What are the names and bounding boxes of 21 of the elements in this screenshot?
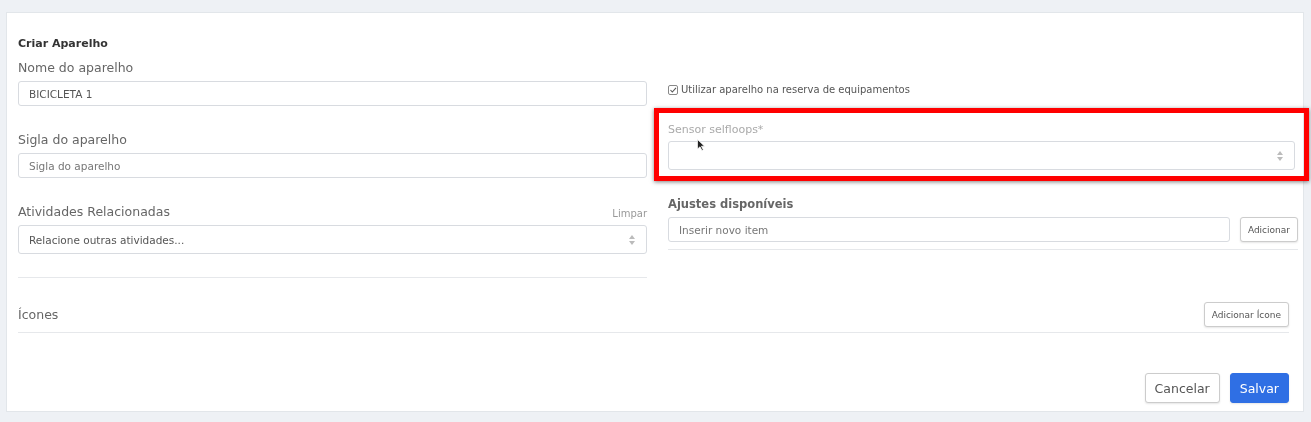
- text-field[interactable]: Sigla do aparelho: [18, 153, 647, 178]
- form-title: Criar Aparelho: [18, 37, 108, 50]
- select-field[interactable]: [668, 141, 1295, 170]
- add-button[interactable]: Adicionar: [1239, 217, 1298, 242]
- sort-arrows-icon: [1276, 149, 1284, 162]
- cursor-icon: [697, 139, 705, 151]
- field-label: Sensor selfloops*: [668, 123, 764, 136]
- cancel-button[interactable]: Cancelar: [1144, 373, 1220, 403]
- field-label: Atividades Relacionadas: [18, 204, 170, 219]
- field-label: Ajustes disponíveis: [668, 197, 794, 211]
- checkbox-label: Utilizar aparelho na reserva de equipamentos: [681, 84, 910, 95]
- add-icon-button[interactable]: Adicionar Ícone: [1203, 302, 1289, 327]
- field-label: Nome do aparelho: [18, 60, 134, 75]
- sort-arrows-icon: [628, 233, 636, 246]
- field-label: Sigla do aparelho: [18, 132, 127, 147]
- text-field[interactable]: BICICLETA 1: [18, 81, 647, 106]
- select-field[interactable]: Relacione outras atividades...: [18, 225, 647, 254]
- save-button[interactable]: Salvar: [1229, 373, 1289, 403]
- section-title: Ícones: [18, 307, 59, 322]
- checkbox[interactable]: [668, 84, 678, 95]
- text-field[interactable]: Inserir novo item: [668, 217, 1230, 242]
